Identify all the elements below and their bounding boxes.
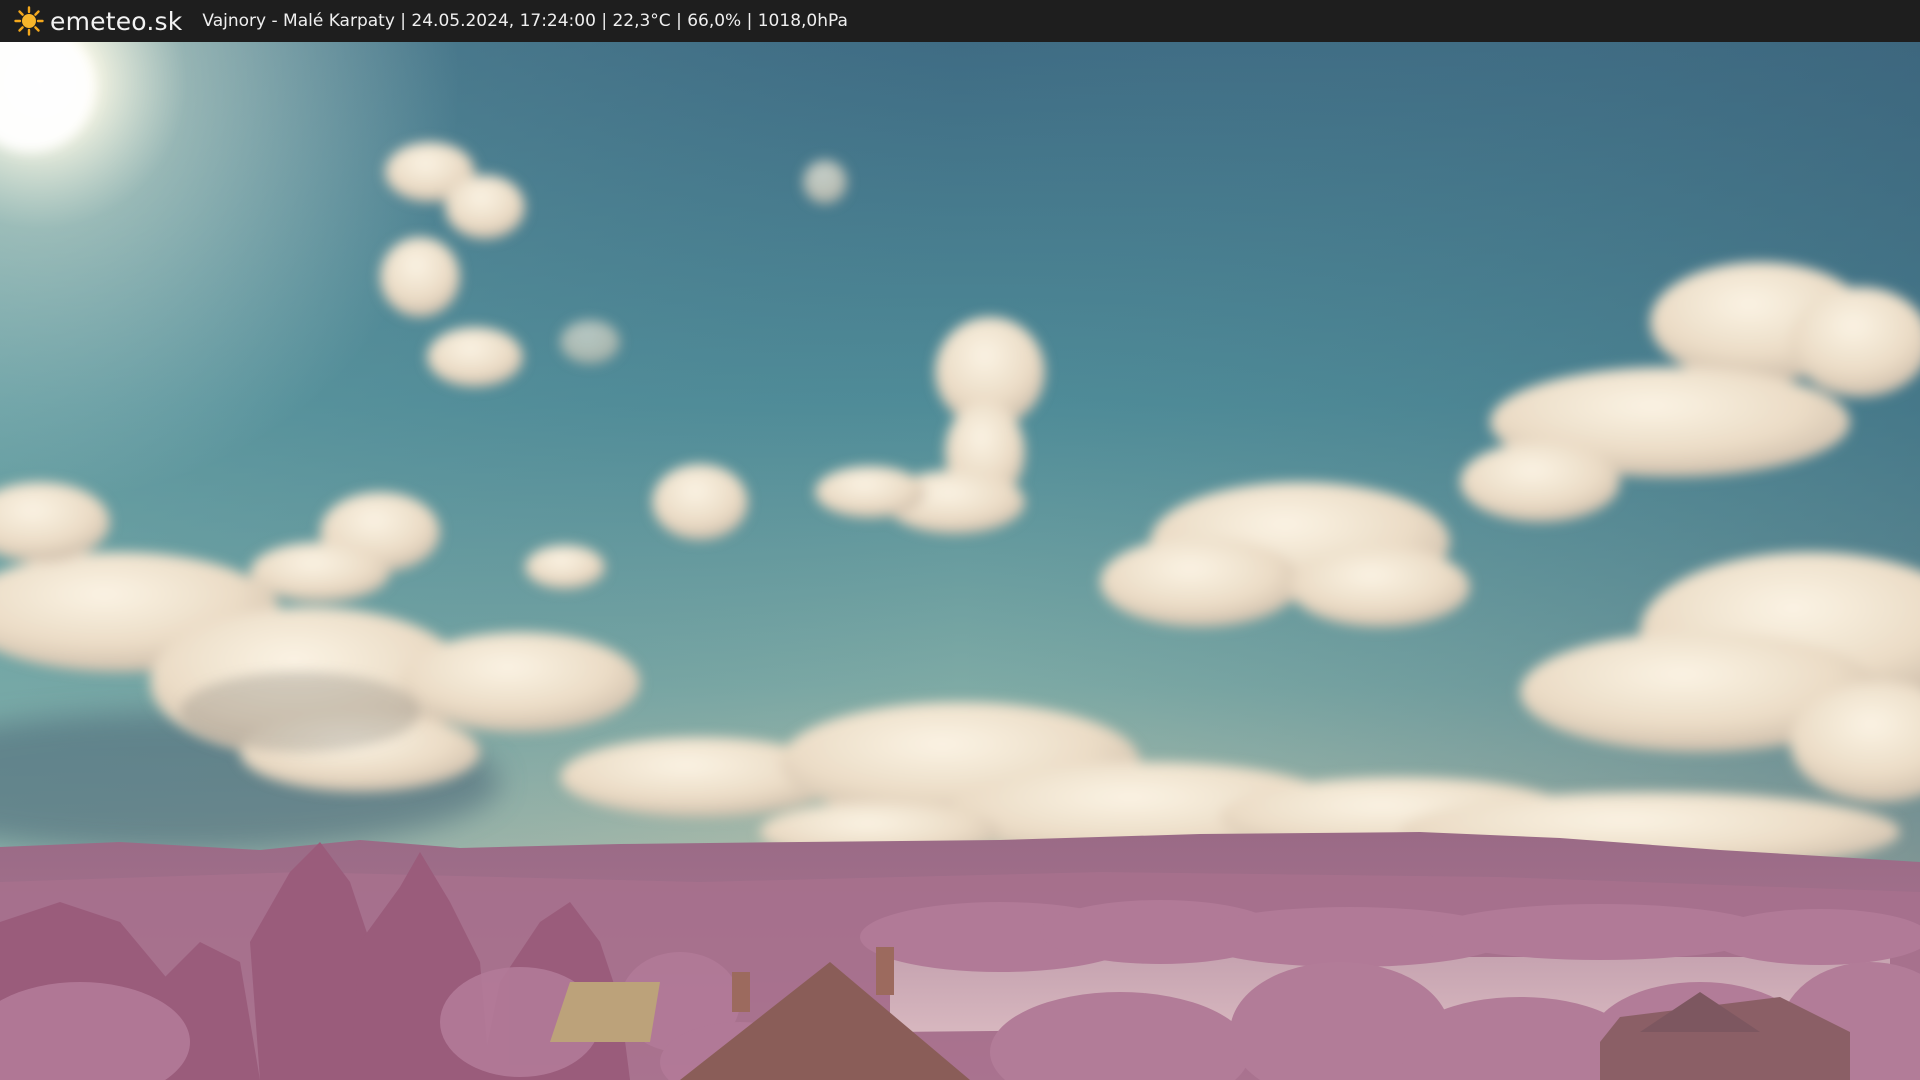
webcam-landscape <box>0 42 1920 1080</box>
logo-text: emeteo.sk <box>50 6 183 36</box>
webcam-caption: Vajnory - Malé Karpaty | 24.05.2024, 17:… <box>202 11 848 31</box>
top-bar: emeteo.sk Vajnory - Malé Karpaty | 24.05… <box>0 0 1920 42</box>
site-logo[interactable]: emeteo.sk <box>14 6 182 36</box>
sun-icon <box>14 6 44 36</box>
webcam-image <box>0 42 1920 1080</box>
